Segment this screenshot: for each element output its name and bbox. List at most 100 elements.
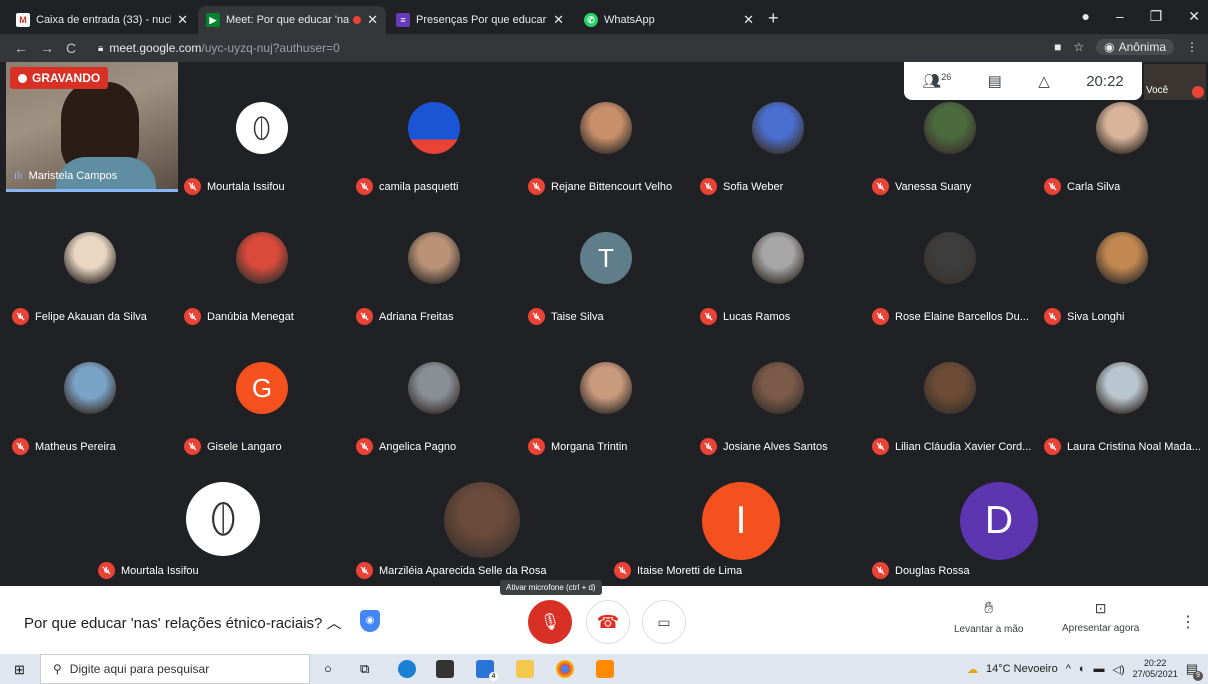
participants-button[interactable]: 👥︎26 <box>922 72 951 90</box>
close-tab-icon[interactable]: ✕ <box>743 12 754 28</box>
participant-name: Laura Cristina Noal Mada... <box>1067 440 1201 453</box>
profile-button[interactable]: ◉ Anônima <box>1096 39 1174 55</box>
mic-off-icon <box>1044 308 1061 325</box>
tray-chevron-icon[interactable]: ^ <box>1066 663 1071 675</box>
task-view-icon[interactable]: ⧉ <box>360 661 369 677</box>
participant-avatar <box>924 362 976 414</box>
unmute-mic-button[interactable]: 🎙︎ <box>528 600 572 644</box>
close-tab-icon[interactable]: ✕ <box>177 12 188 28</box>
meeting-controls-bar: Por que educar 'nas' relações étnico-rac… <box>0 586 1208 654</box>
app-icon[interactable] <box>596 660 614 678</box>
close-window-button[interactable]: ✕ <box>1188 8 1200 25</box>
taskbar-search-input[interactable]: ⚲ Digite aqui para pesquisar <box>40 654 310 684</box>
close-tab-icon[interactable]: ✕ <box>367 12 378 28</box>
file-explorer-icon[interactable] <box>516 660 534 678</box>
raise-hand-button[interactable]: ✋︎ Levantar a mão <box>954 600 1024 635</box>
battery-icon[interactable]: ▬ <box>1094 663 1105 675</box>
participant-name: Gisele Langaro <box>207 440 282 453</box>
meeting-info-bar: 👥︎26 ▤ △ 20:22 <box>904 62 1142 100</box>
avatar-initial: I <box>735 499 747 542</box>
presenter-tile[interactable]: GRAVANDO ılı Maristela Campos <box>6 62 178 192</box>
participant-name: Maristela Campos <box>28 170 118 182</box>
tab-gmail[interactable]: M Caixa de entrada (33) - nucleo.na ✕ <box>8 6 196 34</box>
minimize-button[interactable]: – <box>1116 8 1124 25</box>
chrome-icon[interactable] <box>556 660 574 678</box>
bookmark-star-icon[interactable]: ☆ <box>1073 40 1084 54</box>
cortana-icon[interactable]: ○ <box>324 661 332 676</box>
mic-off-icon <box>356 178 373 195</box>
mic-off-icon <box>12 308 29 325</box>
taskbar-clock[interactable]: 20:22 27/05/2021 <box>1133 658 1178 680</box>
tab-meet[interactable]: ▶ Meet: Por que educar 'nas' re ✕ <box>198 6 386 34</box>
participant-avatar <box>444 482 520 558</box>
camera-indicator-icon[interactable]: ■ <box>1054 40 1061 54</box>
host-controls-icon[interactable]: ◉ <box>360 610 380 632</box>
mic-off-icon <box>528 308 545 325</box>
self-view-tile[interactable]: Você <box>1144 64 1206 100</box>
tab-forms[interactable]: ≡ Presenças Por que educar 'nas' re ✕ <box>388 6 572 34</box>
maximize-button[interactable]: ❐ <box>1150 8 1163 25</box>
mail-icon[interactable]: 4 <box>476 660 498 681</box>
store-icon[interactable] <box>436 660 454 678</box>
participant-name: Taise Silva <box>551 310 604 323</box>
present-now-button[interactable]: ⊡ Apresentar agora <box>1062 600 1139 634</box>
camera-icon: ▭ <box>657 613 671 630</box>
new-tab-button[interactable]: + <box>768 8 779 29</box>
reload-button[interactable]: C <box>66 40 76 56</box>
mic-off-icon <box>872 308 889 325</box>
participant-name: Morgana Trintin <box>551 440 628 453</box>
windows-taskbar: ⊞ ⚲ Digite aqui para pesquisar ○ ⧉ 4 ☁︎ … <box>0 654 1208 684</box>
participant-avatar <box>408 362 460 414</box>
volume-icon[interactable]: ◁) <box>1113 663 1125 676</box>
participant-name: Angelica Pagno <box>379 440 457 453</box>
chat-icon[interactable]: ▤ <box>988 72 1002 90</box>
url-field[interactable]: 🔒︎ meet.google.com/uyc-uyzq-nuj?authuser… <box>98 39 340 57</box>
participant-avatar <box>1096 232 1148 284</box>
participant-name: Vanessa Suany <box>895 180 972 193</box>
participant-name: Siva Longhi <box>1067 310 1125 323</box>
browser-tab-bar: M Caixa de entrada (33) - nucleo.na ✕ ▶ … <box>0 0 1208 34</box>
forward-button[interactable]: → <box>40 40 54 56</box>
edge-icon[interactable] <box>398 660 416 678</box>
mic-off-icon <box>872 178 889 195</box>
recording-badge: GRAVANDO <box>10 67 109 89</box>
network-icon[interactable]: ◐ <box>1079 663 1086 675</box>
mic-off-icon <box>184 308 201 325</box>
camera-toggle-button[interactable]: ▭ <box>642 600 686 644</box>
participant-avatar <box>752 232 804 284</box>
mic-off-icon <box>12 438 29 455</box>
windows-start-icon[interactable]: ⊞ <box>14 662 25 678</box>
mic-off-icon <box>356 562 373 579</box>
participant-name: Sofia Weber <box>723 180 784 193</box>
participant-avatar: T <box>580 232 632 284</box>
tab-search-icon[interactable]: ● <box>1081 8 1089 25</box>
more-options-icon[interactable]: ⋮ <box>1180 612 1196 632</box>
address-bar: ← → C 🔒︎ meet.google.com/uyc-uyzq-nuj?au… <box>0 34 1208 62</box>
participant-avatar <box>186 482 260 556</box>
mic-off-icon <box>700 308 717 325</box>
participant-avatar: D <box>960 482 1038 560</box>
weather-label[interactable]: 14°C Nevoeiro <box>986 663 1058 675</box>
participant-name: Mourtala Issifou <box>121 564 199 577</box>
window-controls: ● – ❐ ✕ <box>1081 8 1200 25</box>
participant-name: Danúbia Menegat <box>207 310 294 323</box>
participant-name: Felipe Akauan da Silva <box>35 310 147 323</box>
notifications-icon[interactable]: ▤ 9 <box>1186 661 1203 681</box>
hand-icon: ✋︎ <box>984 600 994 617</box>
menu-icon[interactable]: ⋮ <box>1186 40 1198 54</box>
mic-off-icon <box>184 438 201 455</box>
back-button[interactable]: ← <box>14 40 28 56</box>
meeting-title-button[interactable]: Por que educar 'nas' relações étnico-rac… <box>24 612 342 633</box>
participant-avatar: I <box>702 482 780 560</box>
participant-name: Lucas Ramos <box>723 310 791 323</box>
participant-avatar <box>64 232 116 284</box>
participant-name: Mourtala Issifou <box>207 180 285 193</box>
whatsapp-icon: ✆ <box>584 13 598 27</box>
close-tab-icon[interactable]: ✕ <box>553 12 564 28</box>
leave-call-button[interactable]: ☎︎ <box>586 600 630 644</box>
mic-off-icon <box>528 438 545 455</box>
activities-icon[interactable]: △ <box>1038 72 1050 90</box>
mic-off-icon <box>872 562 889 579</box>
tab-whatsapp[interactable]: ✆ WhatsApp ✕ <box>576 6 762 34</box>
avatar-initial: G <box>251 372 273 403</box>
